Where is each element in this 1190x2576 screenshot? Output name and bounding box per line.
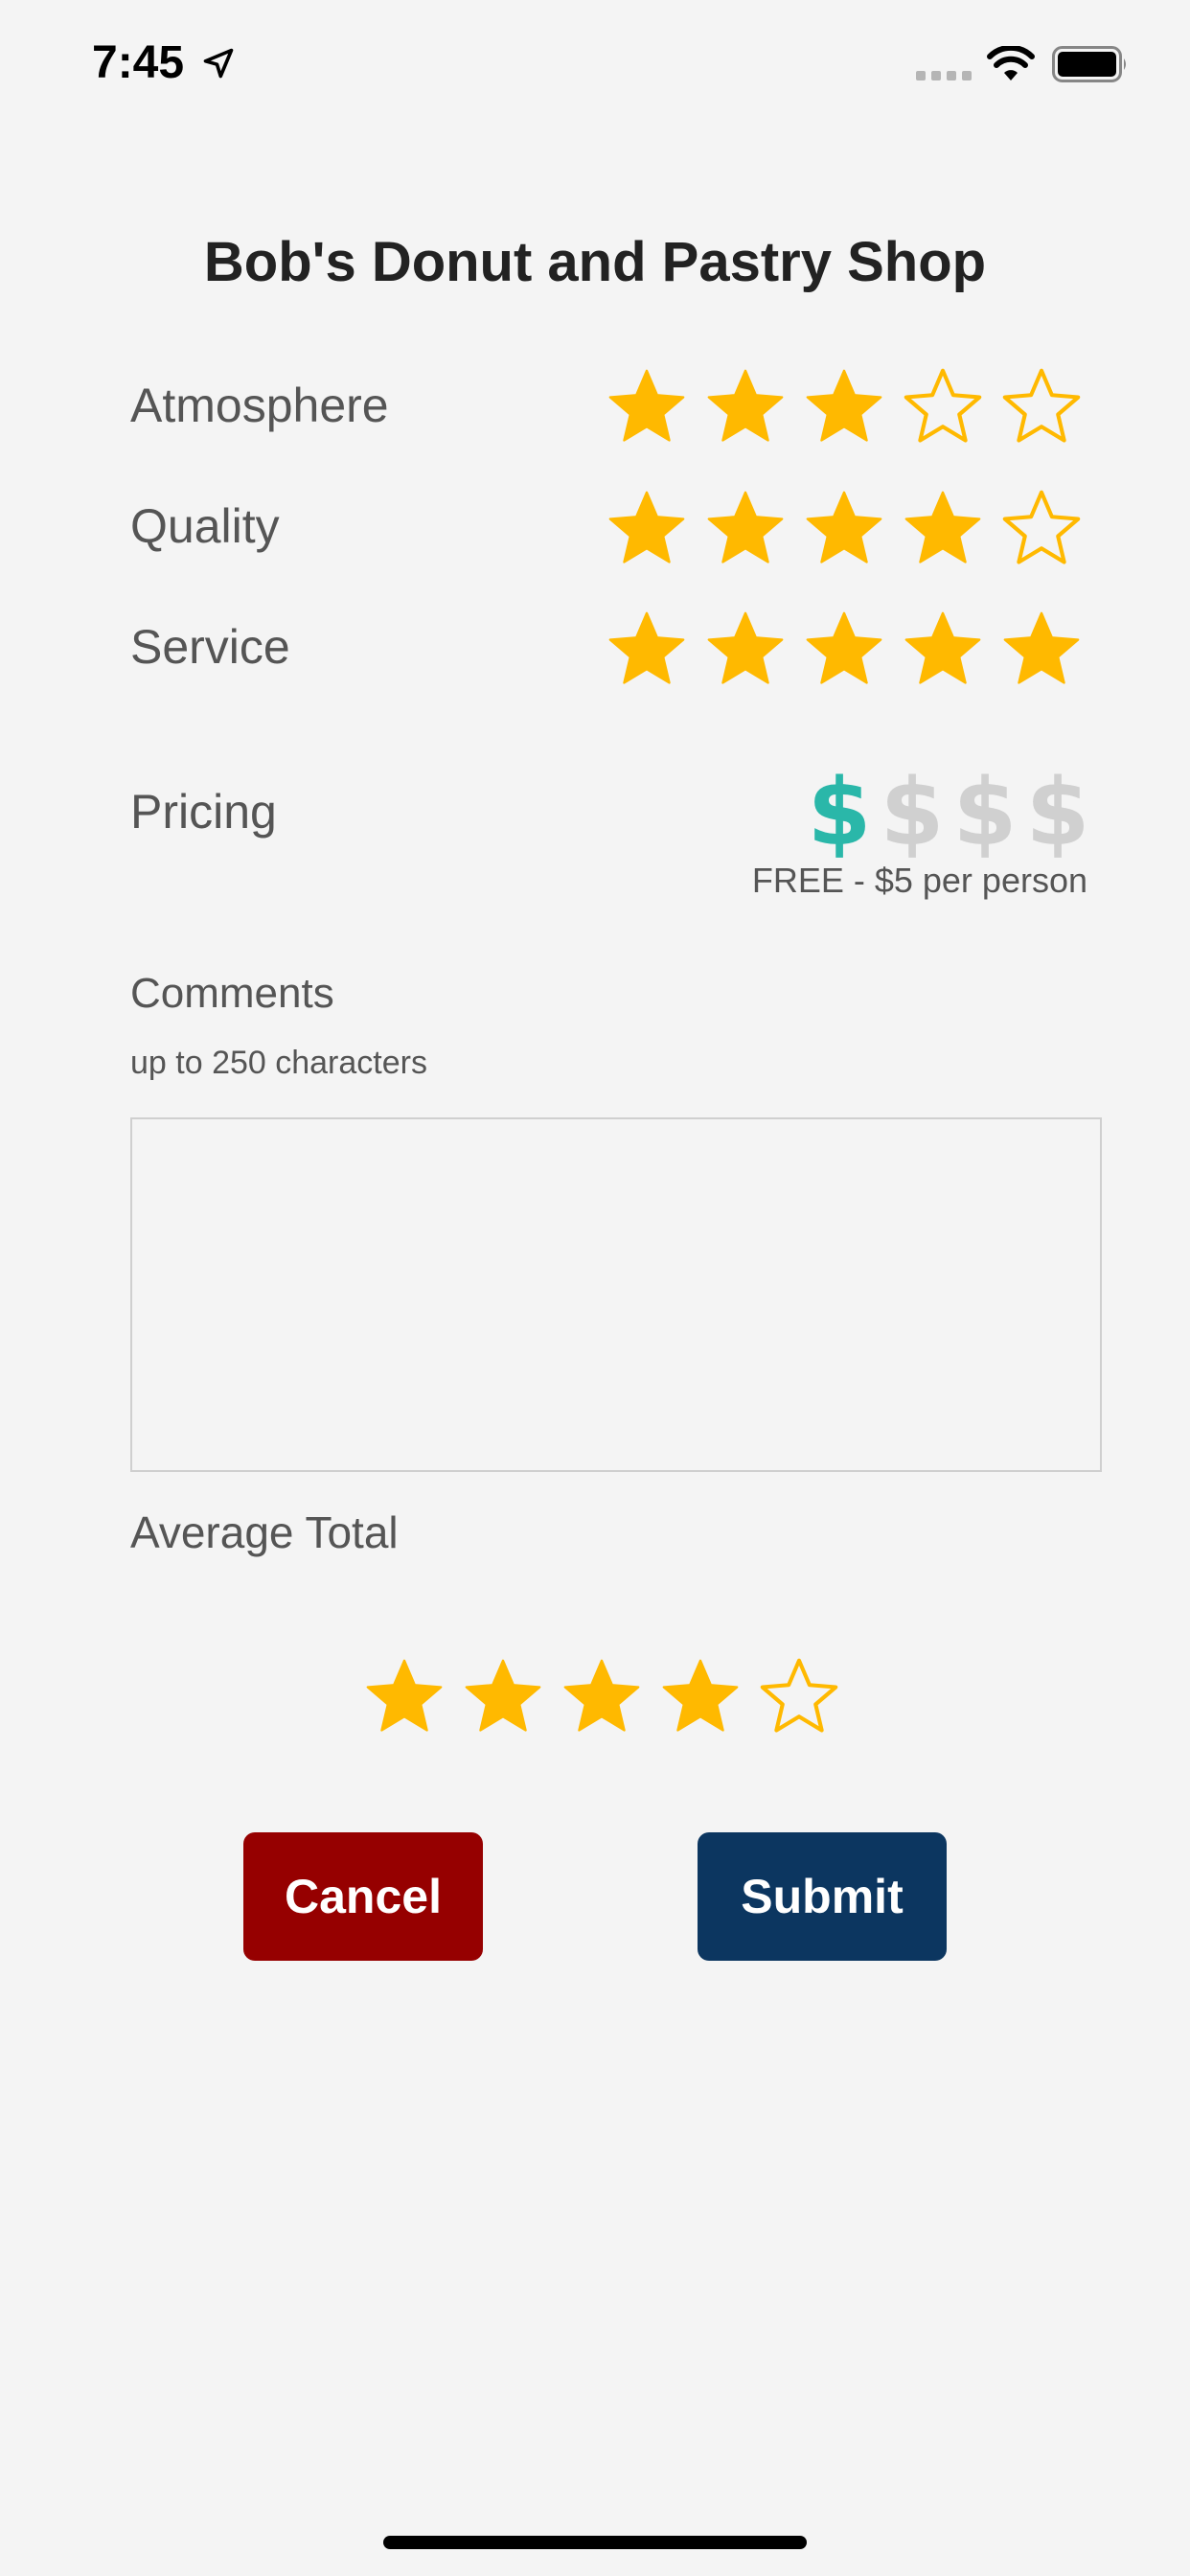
dollar-inactive-icon[interactable]: $ — [1025, 767, 1090, 859]
star-filled-icon[interactable] — [702, 486, 789, 572]
comments-hint: up to 250 characters — [130, 1045, 427, 1081]
dollar-inactive-icon[interactable]: $ — [880, 767, 945, 859]
rating-label-service: Service — [130, 620, 290, 674]
status-bar: 7:45 — [0, 0, 1190, 134]
star-filled-icon — [465, 1659, 541, 1732]
cancel-button[interactable]: Cancel — [243, 1832, 483, 1961]
average-total-stars — [361, 1654, 842, 1740]
star-filled-icon[interactable] — [604, 486, 690, 572]
average-total-label: Average Total — [130, 1507, 399, 1557]
star-filled-icon[interactable] — [702, 607, 789, 693]
rating-stars-quality[interactable] — [604, 486, 1085, 572]
location-arrow-icon — [203, 48, 234, 79]
star-empty-icon[interactable] — [900, 364, 986, 450]
star-filled-icon[interactable] — [900, 486, 986, 572]
pricing-selector[interactable]: $ $ $ $ — [807, 767, 1090, 859]
star-filled-icon[interactable] — [702, 364, 789, 450]
star-filled-icon[interactable] — [801, 486, 887, 572]
rating-label-quality: Quality — [130, 499, 280, 553]
cellular-signal-icon — [916, 71, 972, 80]
comments-input[interactable] — [130, 1117, 1102, 1472]
pricing-label: Pricing — [130, 785, 277, 839]
battery-icon — [1052, 46, 1126, 82]
star-filled-icon[interactable] — [801, 607, 887, 693]
home-indicator[interactable] — [383, 2536, 807, 2549]
page-title: Bob's Donut and Pastry Shop — [203, 231, 987, 293]
star-filled-icon — [366, 1659, 443, 1732]
star-filled-icon[interactable] — [998, 607, 1085, 693]
star-filled-icon[interactable] — [604, 607, 690, 693]
rating-stars-atmosphere[interactable] — [604, 364, 1085, 450]
dollar-active-icon[interactable]: $ — [807, 767, 872, 859]
star-empty-icon — [760, 1658, 838, 1733]
pricing-note: FREE - $5 per person — [751, 861, 1087, 900]
comments-label: Comments — [130, 970, 334, 1017]
rating-label-atmosphere: Atmosphere — [130, 379, 389, 432]
star-empty-icon[interactable] — [998, 486, 1085, 572]
dollar-inactive-icon[interactable]: $ — [952, 767, 1018, 859]
star-filled-icon[interactable] — [801, 364, 887, 450]
star-empty-icon[interactable] — [998, 364, 1085, 450]
star-filled-icon — [563, 1659, 640, 1732]
rating-stars-service[interactable] — [604, 607, 1085, 693]
star-filled-icon[interactable] — [900, 607, 986, 693]
submit-button[interactable]: Submit — [698, 1832, 947, 1961]
status-time: 7:45 — [92, 37, 185, 88]
wifi-icon — [987, 46, 1035, 80]
star-filled-icon[interactable] — [604, 364, 690, 450]
star-filled-icon — [662, 1659, 739, 1732]
